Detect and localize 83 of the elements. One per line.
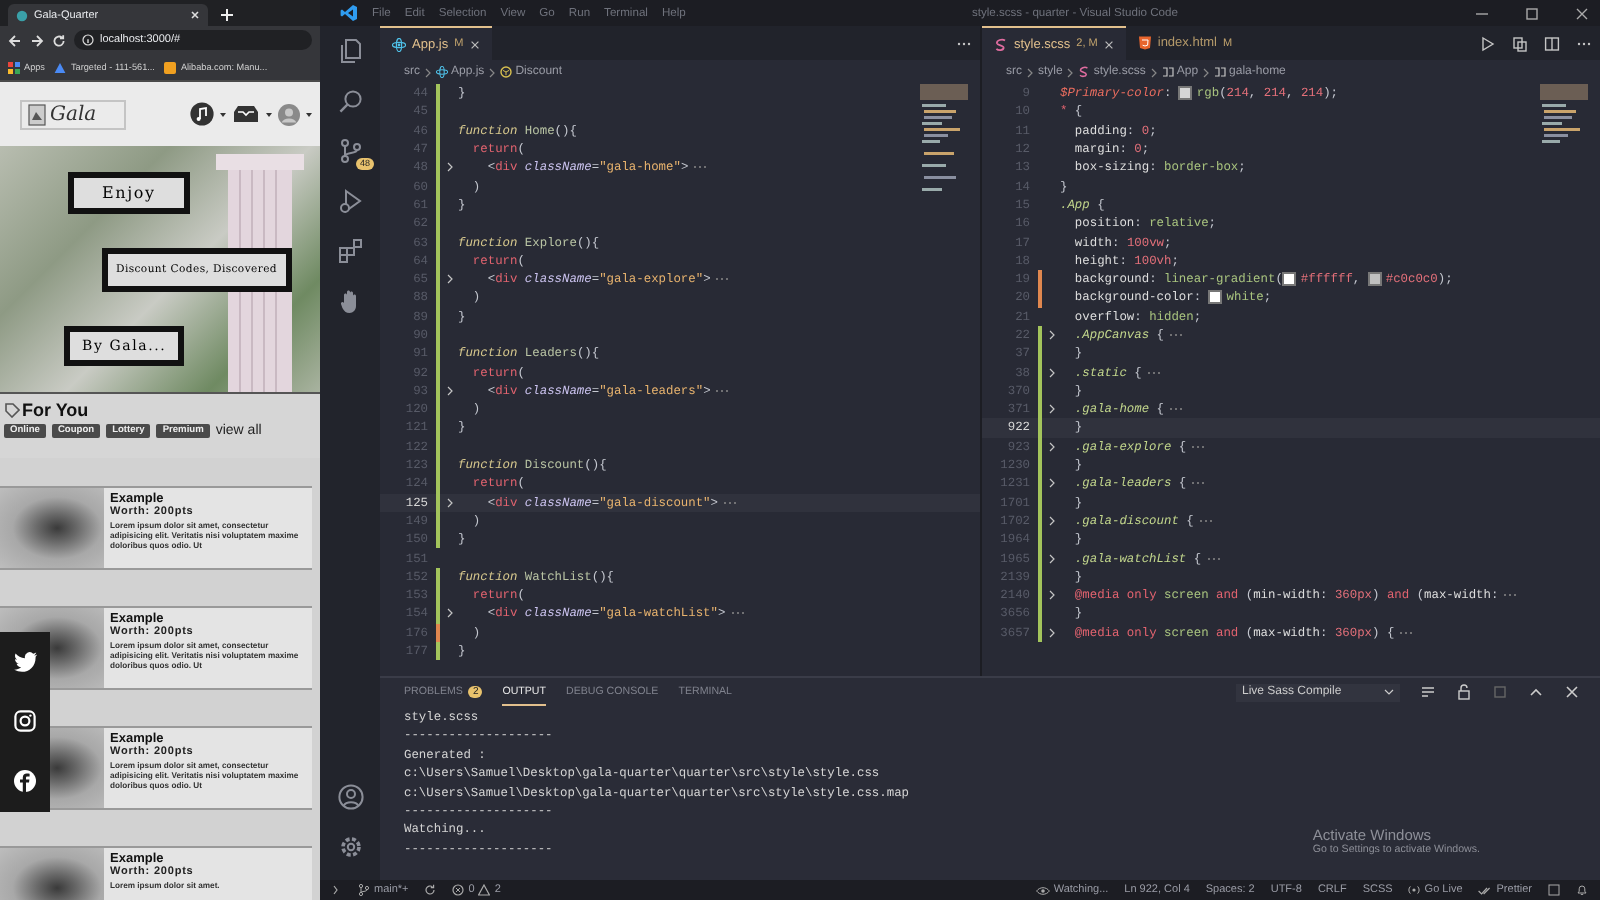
- app-logo-icon: [340, 4, 358, 22]
- clear-list-icon[interactable]: [1420, 684, 1436, 700]
- close-icon[interactable]: [1103, 39, 1114, 49]
- chevron-icon[interactable]: [445, 497, 453, 508]
- caret-icon: [306, 111, 312, 117]
- lock-icon[interactable]: [1456, 684, 1472, 700]
- chevron-icon[interactable]: [1047, 404, 1055, 415]
- feedback-icon[interactable]: [1548, 884, 1560, 896]
- chevron-down-icon: [1384, 688, 1394, 696]
- caret-icon: [266, 111, 272, 117]
- bell-icon[interactable]: [1576, 884, 1588, 896]
- bird-icon[interactable]: [13, 651, 37, 672]
- compare-icon[interactable]: [1512, 35, 1528, 51]
- chevron-icon[interactable]: [1047, 590, 1055, 601]
- chevron-icon: [1026, 67, 1034, 77]
- broadcast-icon: [1408, 884, 1421, 896]
- chevron-icon[interactable]: [1047, 515, 1055, 526]
- photo-placeholder: [0, 488, 104, 568]
- account-icon[interactable]: [337, 784, 363, 810]
- branch-icon: [358, 884, 370, 896]
- grid-icon: [8, 61, 20, 73]
- logo[interactable]: Gala: [20, 99, 127, 129]
- chevron-icon[interactable]: [445, 162, 453, 173]
- chevron-icon[interactable]: [1047, 553, 1055, 564]
- chevron-icon: [1066, 67, 1075, 77]
- chevron-icon[interactable]: [1047, 441, 1055, 452]
- chevron-icon[interactable]: [1047, 330, 1055, 340]
- forward-icon[interactable]: [30, 33, 44, 47]
- globe-icon: [16, 9, 28, 21]
- inbox-icon[interactable]: [232, 104, 260, 124]
- avatar-icon[interactable]: [278, 103, 300, 125]
- square-logo-icon: [164, 61, 177, 73]
- chevron-icon[interactable]: [1047, 367, 1055, 378]
- maximize-icon[interactable]: [1524, 5, 1540, 21]
- back-icon[interactable]: [8, 33, 22, 47]
- camera-icon[interactable]: [14, 709, 36, 732]
- error-icon: [452, 884, 465, 896]
- play-icon[interactable]: [1480, 35, 1496, 51]
- chevron-icon[interactable]: [1047, 627, 1055, 638]
- chevron-icon[interactable]: [445, 385, 453, 396]
- chevron-icon[interactable]: [445, 274, 453, 285]
- remote-icon[interactable]: [332, 884, 342, 896]
- files-icon[interactable]: [337, 38, 363, 64]
- run-debug-icon[interactable]: [337, 188, 363, 214]
- warning-icon: [478, 884, 491, 896]
- double-check-icon: [1478, 885, 1493, 895]
- chevron-icon[interactable]: [1047, 478, 1055, 489]
- music-note-icon[interactable]: [190, 102, 214, 126]
- letter-f-icon[interactable]: [14, 770, 36, 793]
- atom-icon: [392, 37, 406, 51]
- close-icon[interactable]: [469, 39, 480, 49]
- new-tab-icon[interactable]: [220, 8, 234, 22]
- section-title: For You: [22, 400, 89, 420]
- split-editor-icon[interactable]: [1544, 35, 1560, 51]
- close-icon[interactable]: [1564, 684, 1580, 700]
- sync-icon[interactable]: [424, 884, 437, 896]
- reload-icon[interactable]: [52, 33, 66, 47]
- hand-icon[interactable]: [339, 288, 361, 314]
- chevron-up-icon[interactable]: [1528, 684, 1544, 700]
- html-file-icon: [1137, 36, 1152, 50]
- chevron-icon[interactable]: [445, 608, 453, 619]
- caret-icon: [220, 111, 226, 117]
- symbol-icon: [1214, 66, 1227, 78]
- search-icon[interactable]: [337, 88, 363, 114]
- minimap-drawing: [1540, 84, 1588, 148]
- source-control-icon[interactable]: [337, 138, 363, 164]
- info-icon: [82, 34, 94, 46]
- cube-icon: [500, 66, 513, 78]
- settings-icon[interactable]: [337, 834, 363, 860]
- triangle-logo-icon: [54, 61, 67, 73]
- close-icon[interactable]: [1574, 5, 1590, 21]
- symbol-icon: [1161, 66, 1174, 78]
- extensions-icon[interactable]: [337, 238, 363, 264]
- chevron-icon: [1202, 67, 1211, 77]
- chevron-icon: [1149, 67, 1158, 77]
- atom-icon: [436, 66, 448, 78]
- hero-button[interactable]: Enjoy: [68, 171, 190, 214]
- scss-file-icon: [994, 37, 1008, 51]
- eye-icon: [1035, 885, 1050, 895]
- chevron-icon: [488, 67, 497, 77]
- chevron-icon: [424, 67, 432, 77]
- logo-icon: [28, 103, 46, 125]
- scss-file-icon: [1078, 66, 1091, 78]
